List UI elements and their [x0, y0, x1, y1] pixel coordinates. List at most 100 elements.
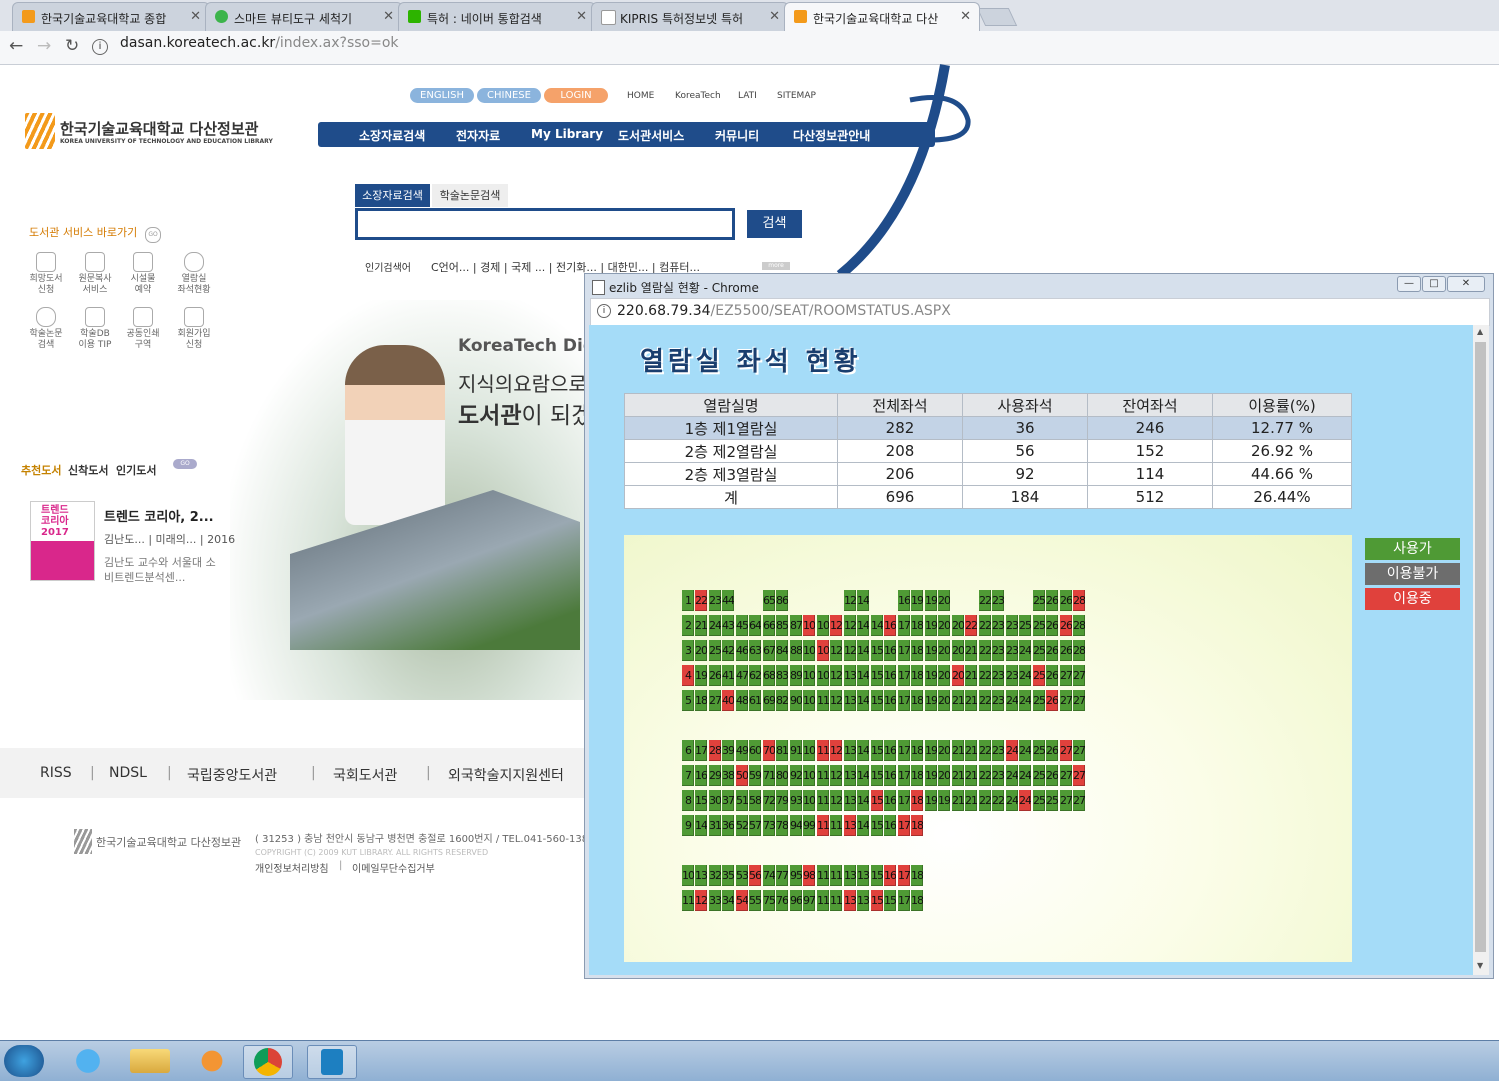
seat-available[interactable]: 215	[965, 765, 977, 786]
seat-available[interactable]: 64	[749, 615, 761, 636]
seat-available[interactable]: 148	[857, 590, 869, 611]
seat-available[interactable]: 97	[803, 890, 815, 911]
seat-available[interactable]: 163	[884, 765, 896, 786]
seat-available[interactable]: 208	[952, 640, 964, 661]
seat-available[interactable]: 150	[871, 640, 883, 661]
tab-new-books[interactable]: 신착도서	[68, 462, 108, 478]
seat-available[interactable]: 109	[817, 665, 829, 686]
seat-available[interactable]: 133	[844, 765, 856, 786]
seat-available[interactable]: 267	[1060, 590, 1072, 611]
seat-available[interactable]: 187	[911, 665, 923, 686]
seat-available[interactable]: 216	[965, 740, 977, 761]
seat-available[interactable]: 57	[749, 815, 761, 836]
seat-available[interactable]: 186	[911, 690, 923, 711]
seat-in-use[interactable]: 254	[1033, 665, 1045, 686]
service-print[interactable]: 공동인쇄 구역	[123, 307, 163, 351]
seat-available[interactable]: 99	[803, 815, 815, 836]
seat-available[interactable]: 242	[1006, 765, 1018, 786]
seat-available[interactable]: 72	[763, 790, 775, 811]
seat-in-use[interactable]: 40	[722, 690, 734, 711]
seat-available[interactable]: 235	[992, 615, 1004, 636]
app-taskbar-button[interactable]	[307, 1045, 357, 1079]
seat-available[interactable]: 210	[952, 690, 964, 711]
seat-available[interactable]: 138	[857, 890, 869, 911]
seat-available[interactable]: 5	[682, 690, 694, 711]
seat-available[interactable]: 162	[884, 790, 896, 811]
seat-available[interactable]: 9	[682, 815, 694, 836]
seat-available[interactable]: 258	[1033, 790, 1045, 811]
seat-available[interactable]: 202	[938, 690, 950, 711]
service-facility[interactable]: 시설물 예약	[123, 252, 163, 296]
seat-available[interactable]: 83	[776, 665, 788, 686]
seat-available[interactable]: 116	[817, 890, 829, 911]
seat-available[interactable]: 121	[830, 765, 842, 786]
seat-available[interactable]: 159	[884, 890, 896, 911]
seat-available[interactable]: 102	[803, 740, 815, 761]
seat-in-use[interactable]: 158	[871, 890, 883, 911]
seat-available[interactable]: 82	[776, 690, 788, 711]
seat-available[interactable]: 167	[884, 640, 896, 661]
seat-available[interactable]: 113	[817, 790, 829, 811]
seat-available[interactable]: 219	[965, 640, 977, 661]
seat-in-use[interactable]: 177	[898, 815, 910, 836]
library-logo[interactable]	[25, 113, 55, 149]
tab-koreatech-main[interactable]: 한국기술교육대학교 종합 ✕	[12, 2, 210, 31]
seat-available[interactable]: 266	[1046, 590, 1058, 611]
seat-available[interactable]: 214	[965, 790, 977, 811]
seat-available[interactable]: 152	[871, 690, 883, 711]
tab-recommended[interactable]: 추천도서	[21, 462, 61, 478]
seat-available[interactable]: 52	[736, 815, 748, 836]
more-button[interactable]: more	[762, 262, 790, 270]
seat-available[interactable]: 229	[992, 790, 1004, 811]
seat-available[interactable]: 271	[1060, 690, 1072, 711]
seat-available[interactable]: 131	[844, 690, 856, 711]
seat-available[interactable]: 217	[965, 690, 977, 711]
seat-available[interactable]: 166	[884, 665, 896, 686]
seat-available[interactable]: 280	[1073, 640, 1085, 661]
seat-available[interactable]: 136	[844, 865, 856, 886]
seat-available[interactable]: 38	[722, 765, 734, 786]
seat-available[interactable]: 140	[857, 815, 869, 836]
seat-in-use[interactable]: 168	[884, 615, 896, 636]
seat-in-use[interactable]: 155	[871, 790, 883, 811]
book-title[interactable]: 트렌드 코리아, 2...	[104, 506, 214, 525]
seat-available[interactable]: 104	[803, 665, 815, 686]
service-copy[interactable]: 원문복사 서비스	[75, 252, 115, 296]
seat-available[interactable]: 6	[682, 740, 694, 761]
seat-in-use[interactable]: 114	[817, 815, 829, 836]
seat-available[interactable]: 13	[695, 865, 707, 886]
back-arrow-icon[interactable]: ←	[9, 36, 23, 56]
seat-available[interactable]: 17	[695, 740, 707, 761]
seat-available[interactable]: 259	[1046, 790, 1058, 811]
tab-koreatech-library[interactable]: 한국기술교육대학교 다산 ✕	[784, 2, 980, 31]
tab-beauty-tool[interactable]: 스마트 뷰티도구 세척기 ✕	[205, 2, 403, 31]
seat-available[interactable]: 192	[925, 615, 937, 636]
service-hope-book[interactable]: 희망도서 신청	[26, 252, 66, 296]
nav-library-services[interactable]: 도서관서비스	[618, 127, 684, 144]
seat-available[interactable]: 49	[736, 740, 748, 761]
seat-available[interactable]: 84	[776, 640, 788, 661]
seat-available[interactable]: 31	[709, 815, 721, 836]
seat-in-use[interactable]: 241	[1006, 740, 1018, 761]
seat-available[interactable]: 154	[871, 765, 883, 786]
seat-in-use[interactable]: 12	[695, 890, 707, 911]
seat-available[interactable]: 139	[857, 865, 869, 886]
internet-explorer-icon[interactable]	[64, 1045, 112, 1077]
seat-available[interactable]: 226	[979, 740, 991, 761]
seat-available[interactable]: 253	[1033, 640, 1045, 661]
seat-available[interactable]: 165	[884, 690, 896, 711]
footer-link-ndsl[interactable]: NDSL	[109, 765, 147, 781]
seat-available[interactable]: 247	[1019, 690, 1031, 711]
seat-available[interactable]: 156	[871, 815, 883, 836]
popup-address-bar[interactable]: i 220.68.79.34/EZ5500/SEAT/ROOMSTATUS.AS…	[590, 298, 1490, 326]
close-window-icon[interactable]: ✕	[1447, 276, 1485, 292]
seat-available[interactable]: 10	[682, 865, 694, 886]
info-icon[interactable]: i	[92, 39, 108, 55]
seat-available[interactable]: 73	[763, 815, 775, 836]
seat-available[interactable]: 206	[938, 590, 950, 611]
seat-available[interactable]: 71	[763, 765, 775, 786]
seat-available[interactable]: 42	[722, 640, 734, 661]
tab-holdings-search[interactable]: 소장자료검색	[355, 184, 430, 207]
english-button[interactable]: ENGLISH	[410, 88, 474, 103]
seat-available[interactable]: 130	[844, 665, 856, 686]
